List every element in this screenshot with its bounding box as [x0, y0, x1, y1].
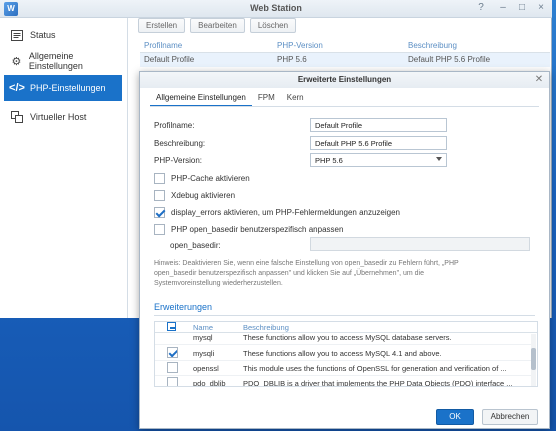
extension-checkbox[interactable] [167, 377, 178, 386]
description-label: Beschreibung: [154, 139, 206, 148]
php-cache-checkbox-row[interactable]: PHP-Cache aktivieren [154, 173, 250, 184]
php-cache-label: PHP-Cache aktivieren [171, 174, 250, 183]
edit-button[interactable]: Bearbeiten [190, 18, 245, 33]
extensions-table: Name Beschreibung mysql These functions … [154, 321, 538, 387]
hint-text: Hinweis: Deaktivieren Sie, wenn eine fal… [154, 259, 534, 289]
toolbar: Erstellen Bearbeiten Löschen [138, 18, 297, 36]
minimize-icon[interactable]: – [497, 2, 509, 14]
sidebar-item-virtual-host[interactable]: Virtueller Host [4, 104, 122, 130]
extensions-section-title: Erweiterungen [154, 302, 213, 312]
display-errors-checkbox[interactable] [154, 207, 165, 218]
sidebar-item-general-settings[interactable]: ⚙ Allgemeine Einstellungen [4, 48, 122, 74]
extensions-scrollbar[interactable] [531, 334, 536, 386]
sidebar-item-label: Allgemeine Einstellungen [28, 51, 83, 71]
status-icon [10, 28, 24, 42]
display-errors-checkbox-row[interactable]: display_errors aktivieren, um PHP-Fehler… [154, 207, 400, 218]
profile-name-field[interactable]: Default Profile [310, 118, 447, 132]
extension-name: openssl [193, 364, 219, 373]
xdebug-label: Xdebug aktivieren [171, 191, 236, 200]
extension-description: PDO_DBLIB is a driver that implements th… [243, 379, 513, 387]
extension-name: pdo_dblib [193, 379, 226, 387]
sidebar-item-status[interactable]: Status [4, 22, 122, 48]
cancel-button[interactable]: Abbrechen [482, 409, 538, 425]
dialog-title: Erweiterte Einstellungen [140, 72, 549, 88]
table-row[interactable]: mysqli These functions allow you to acce… [155, 346, 531, 361]
table-row[interactable]: openssl This module uses the functions o… [155, 361, 531, 376]
sidebar-item-label: PHP-Einstellungen [30, 83, 106, 93]
extension-checkbox[interactable] [167, 362, 178, 373]
tab-divider [150, 106, 539, 107]
extension-description: These functions allow you to access MySQ… [243, 349, 442, 358]
sidebar-item-label: Status [30, 30, 56, 40]
column-header-profile-name[interactable]: Profilname [144, 41, 182, 50]
maximize-icon[interactable]: □ [516, 2, 528, 14]
cell-php-version: PHP 5.6 [277, 55, 307, 64]
open-basedir-field [310, 237, 530, 251]
column-header-php-version[interactable]: PHP-Version [277, 41, 323, 50]
open-basedir-checkbox[interactable] [154, 224, 165, 235]
profile-grid-header: Profilname PHP-Version Beschreibung [140, 39, 550, 53]
table-row[interactable]: pdo_dblib PDO_DBLIB is a driver that imp… [155, 376, 531, 387]
window-title: Web Station [250, 3, 302, 13]
php-version-select[interactable]: PHP 5.6 [310, 153, 447, 167]
open-basedir-checkbox-row[interactable]: PHP open_basedir benutzerspezifisch anpa… [154, 224, 343, 235]
tab-core[interactable]: Kern [281, 90, 310, 107]
cell-description: Default PHP 5.6 Profile [408, 55, 491, 64]
virtual-host-icon [10, 110, 24, 124]
sidebar-item-php-settings[interactable]: </> PHP-Einstellungen [4, 75, 122, 101]
hint-line: open_basedir benutzerspezifisch anpassen… [154, 270, 424, 277]
hint-line: Hinweis: Deaktivieren Sie, wenn eine fal… [154, 260, 459, 267]
dialog-tabs: Allgemeine Einstellungen FPM Kern [150, 90, 310, 107]
create-button[interactable]: Erstellen [138, 18, 186, 33]
tab-general-settings[interactable]: Allgemeine Einstellungen [150, 90, 252, 107]
php-version-label: PHP-Version: [154, 156, 203, 165]
sidebar: Status ⚙ Allgemeine Einstellungen </> PH… [0, 18, 128, 318]
advanced-settings-dialog: Erweiterte Einstellungen ✕ Allgemeine Ei… [139, 71, 550, 429]
xdebug-checkbox-row[interactable]: Xdebug aktivieren [154, 190, 235, 201]
extension-checkbox[interactable] [167, 347, 178, 358]
description-field[interactable]: Default PHP 5.6 Profile [310, 136, 447, 150]
open-basedir-custom-label: PHP open_basedir benutzerspezifisch anpa… [171, 225, 344, 234]
ok-button[interactable]: OK [436, 409, 474, 425]
cell-profile-name: Default Profile [144, 55, 195, 64]
title-bar[interactable]: W Web Station ? – □ × [0, 0, 552, 18]
extension-description: This module uses the functions of OpenSS… [243, 364, 507, 373]
column-header-description[interactable]: Beschreibung [408, 41, 457, 50]
section-divider [154, 315, 535, 316]
open-basedir-label: open_basedir: [170, 241, 221, 250]
extension-description: These functions allow you to access MySQ… [243, 333, 452, 342]
table-row[interactable]: Default Profile PHP 5.6 Default PHP 5.6 … [140, 53, 550, 67]
tab-fpm[interactable]: FPM [252, 90, 281, 107]
dialog-close-icon[interactable]: ✕ [533, 74, 545, 86]
php-cache-checkbox[interactable] [154, 173, 165, 184]
display-errors-label: display_errors aktivieren, um PHP-Fehler… [171, 208, 401, 217]
sidebar-item-label: Virtueller Host [30, 112, 87, 122]
scroll-thumb[interactable] [531, 348, 536, 370]
delete-button[interactable]: Löschen [249, 18, 297, 33]
hint-line: Systemvoreinstellung wiederherzustellen. [154, 280, 283, 287]
extension-name: mysql [193, 333, 213, 342]
php-version-value: PHP 5.6 [315, 156, 343, 165]
close-icon[interactable]: × [535, 2, 547, 14]
chevron-down-icon [436, 157, 442, 161]
gear-icon: ⚙ [11, 55, 22, 68]
xdebug-checkbox[interactable] [154, 190, 165, 201]
profile-name-label: Profilname: [154, 121, 195, 130]
extension-name: mysqli [193, 349, 215, 358]
code-icon: </> [9, 82, 25, 94]
table-row[interactable]: mysql These functions allow you to acces… [155, 330, 531, 345]
help-icon[interactable]: ? [475, 2, 487, 14]
